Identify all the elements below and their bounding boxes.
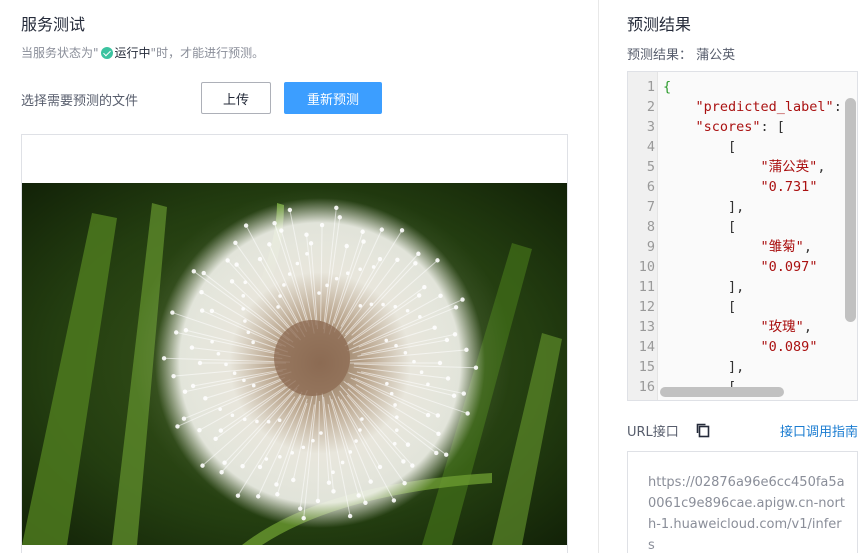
code-line: 8 [ — [628, 217, 857, 237]
line-content: "玫瑰", — [760, 319, 812, 335]
code-line: 5 "蒲公英", — [628, 157, 857, 177]
prediction-result-title: 预测结果 — [627, 15, 692, 34]
url-value-box: https://02876a96e6cc450fa5a0061c9e896cae… — [627, 451, 858, 553]
code-line: 11 ], — [628, 277, 857, 297]
code-line: 6 "0.731" — [628, 177, 857, 197]
code-line: 3 "scores": [ — [628, 117, 857, 137]
line-number: 2 — [646, 99, 655, 115]
code-line: 14 "0.089" — [628, 337, 857, 357]
code-line: 1{ — [628, 77, 857, 97]
line-number: 7 — [646, 199, 655, 215]
line-content: ], — [663, 279, 745, 295]
check-circle-icon — [100, 46, 113, 59]
line-number: 13 — [638, 319, 655, 335]
line-number: 4 — [646, 139, 655, 155]
line-content: ], — [663, 359, 745, 375]
line-content: "predicted_label": — [695, 99, 850, 115]
code-line: 2 "predicted_label": — [628, 97, 857, 117]
line-number: 16 — [638, 379, 655, 395]
line-content: "0.731" — [760, 179, 818, 195]
line-number: 9 — [646, 239, 655, 255]
code-line: 7 ], — [628, 197, 857, 217]
line-content: [ — [663, 139, 737, 155]
code-line: 15 ], — [628, 357, 857, 377]
horizontal-scrollbar[interactable] — [660, 387, 784, 397]
api-guide-link[interactable]: 接口调用指南 — [780, 421, 858, 440]
line-number: 8 — [646, 219, 655, 235]
line-content: "0.089" — [760, 339, 818, 355]
service-test-panel: 服务测试 当服务状态为" 运行中 "时，才能进行预测。 选择需要预测的文件 上传… — [0, 0, 598, 553]
line-content: { — [663, 79, 672, 95]
line-content: [ — [663, 219, 737, 235]
line-content: "蒲公英", — [760, 159, 826, 175]
prediction-result-panel: 预测结果 预测结果： 蒲公英 1{2 "predicted_label": 3 … — [599, 0, 860, 553]
line-number: 5 — [646, 159, 655, 175]
line-number: 10 — [638, 259, 655, 275]
line-content: "0.097" — [760, 259, 818, 275]
hint-suffix: "时，才能进行预测。 — [150, 46, 265, 60]
line-number: 1 — [646, 79, 655, 95]
code-line: 10 "0.097" — [628, 257, 857, 277]
vertical-scrollbar[interactable] — [845, 98, 856, 322]
code-line: 12 [ — [628, 297, 857, 317]
line-number: 6 — [646, 179, 655, 195]
code-line: 13 "玫瑰", — [628, 317, 857, 337]
line-content: "雏菊", — [760, 239, 812, 255]
code-line: 9 "雏菊", — [628, 237, 857, 257]
image-preview-area — [21, 134, 568, 553]
service-status-hint: 当服务状态为" 运行中 "时，才能进行预测。 — [21, 44, 264, 61]
repredict-button[interactable]: 重新预测 — [284, 82, 382, 114]
prediction-summary: 预测结果： 蒲公英 — [627, 44, 735, 63]
dandelion-image — [22, 183, 567, 545]
line-number: 11 — [638, 279, 655, 295]
hint-status: 运行中 — [114, 46, 151, 60]
select-file-label: 选择需要预测的文件 — [21, 94, 139, 109]
result-value: 蒲公英 — [696, 48, 736, 63]
line-content: [ — [663, 299, 737, 315]
upload-button[interactable]: 上传 — [201, 82, 271, 114]
line-number: 14 — [638, 339, 655, 355]
service-test-title: 服务测试 — [21, 15, 86, 34]
url-label: URL接口 — [627, 425, 679, 440]
line-content: "scores": [ — [695, 119, 785, 135]
line-number: 15 — [638, 359, 655, 375]
code-line: 4 [ — [628, 137, 857, 157]
line-number: 3 — [646, 119, 655, 135]
hint-prefix: 当服务状态为" — [21, 46, 99, 60]
copy-icon[interactable] — [695, 422, 711, 438]
json-result-viewer[interactable]: 1{2 "predicted_label": 3 "scores": [4 [5… — [627, 71, 858, 401]
result-label: 预测结果： — [627, 48, 693, 63]
line-content: ], — [663, 199, 745, 215]
line-number: 12 — [638, 299, 655, 315]
